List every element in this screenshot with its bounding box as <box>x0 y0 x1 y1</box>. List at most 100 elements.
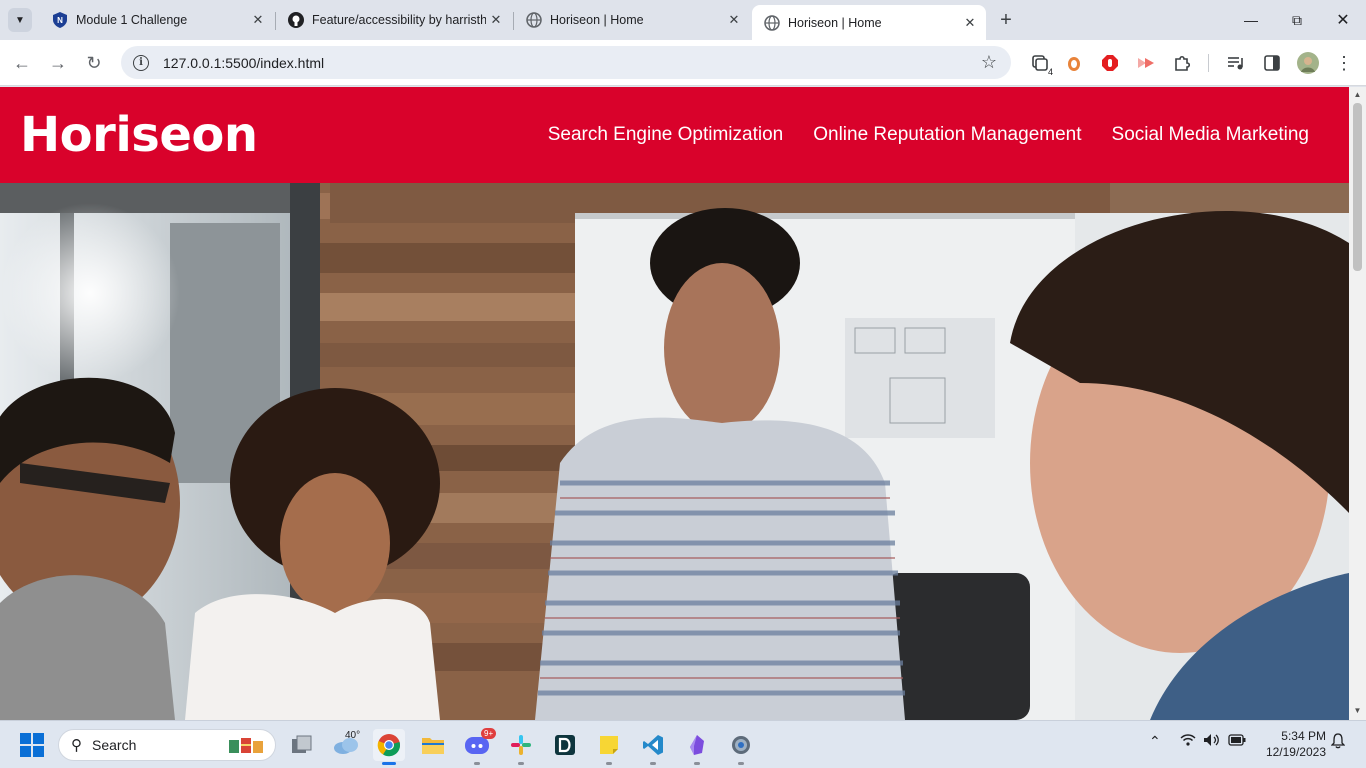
restore-icon: ⧉ <box>1292 11 1302 28</box>
back-button[interactable]: ← <box>8 49 36 77</box>
arrow-right-icon: → <box>49 52 67 73</box>
taskbar-sticky-notes[interactable] <box>593 729 625 761</box>
svg-text:N: N <box>57 16 63 25</box>
close-icon: ✕ <box>1336 12 1350 29</box>
tab-title: Module 1 Challenge <box>76 13 188 27</box>
sticky-notes-icon <box>600 736 618 754</box>
search-icon: ⚲ <box>71 737 82 754</box>
taskbar-file-explorer[interactable] <box>417 729 449 761</box>
wifi-icon[interactable] <box>1180 733 1196 750</box>
folder-icon <box>422 738 444 754</box>
plus-icon: + <box>1000 8 1012 31</box>
close-window-button[interactable]: ✕ <box>1320 0 1366 40</box>
tab-manager-extension-icon[interactable]: 4 <box>1029 52 1053 77</box>
arrow-left-icon: ← <box>13 52 31 73</box>
notification-bell-icon[interactable] <box>1330 733 1346 752</box>
close-icon[interactable]: ✕ <box>960 13 980 33</box>
slack-icon <box>511 735 531 755</box>
bookmark-star-icon[interactable]: ☆ <box>981 52 997 73</box>
reload-button[interactable]: ↻ <box>80 49 108 77</box>
tab-search-button[interactable]: ▼ <box>8 8 32 32</box>
taskbar-obsidian[interactable] <box>681 729 713 761</box>
discord-notification-badge: 9+ <box>481 728 497 739</box>
scrollbar-thumb[interactable] <box>1353 103 1362 271</box>
url-text[interactable]: 127.0.0.1:5500/index.html <box>163 55 981 71</box>
start-button[interactable] <box>20 733 44 757</box>
nav-link-seo[interactable]: Search Engine Optimization <box>548 124 784 146</box>
toolbar-separator <box>1208 54 1209 72</box>
shield-favicon-icon: N <box>52 12 68 28</box>
minimize-button[interactable]: — <box>1228 0 1274 40</box>
tab-title: Feature/accessibility by harristh <box>312 13 486 27</box>
more-vertical-icon: ⋮ <box>1335 52 1353 73</box>
clock-date: 12/19/2023 <box>1265 745 1326 759</box>
chevron-up-icon[interactable]: ⌃ <box>1149 733 1161 750</box>
extension-badge: 4 <box>1047 67 1053 77</box>
scroll-up-arrow-icon[interactable]: ▲ <box>1353 90 1362 100</box>
chrome-running-indicator <box>382 762 396 765</box>
slack-running-indicator <box>518 762 524 765</box>
weather-temperature: 40° <box>345 730 361 741</box>
site-logo[interactable]: Horiseon <box>20 107 258 163</box>
github-icon <box>288 12 304 28</box>
battery-icon[interactable] <box>1228 733 1246 749</box>
taskbar-search-label: Search <box>92 737 137 753</box>
vscode-icon <box>643 735 663 755</box>
globe-icon <box>764 14 780 31</box>
extensions-puzzle-icon[interactable] <box>1171 52 1193 74</box>
close-icon[interactable]: ✕ <box>724 10 744 30</box>
tab-horiseon-home-active[interactable]: Horiseon | Home ✕ <box>752 5 986 40</box>
main-nav: Search Engine Optimization Online Reputa… <box>548 124 1309 146</box>
extension-orange-icon[interactable] <box>1063 52 1085 74</box>
volume-icon[interactable] <box>1203 733 1221 750</box>
info-icon[interactable]: i <box>133 54 149 71</box>
obsidian-running-indicator <box>694 762 700 765</box>
logo-text-hori: Hori <box>20 107 132 163</box>
tab-horiseon-home[interactable]: Horiseon | Home ✕ <box>514 5 750 35</box>
tab-title: Horiseon | Home <box>550 13 644 27</box>
reload-icon: ↻ <box>86 52 102 73</box>
logo-text-seon: seon <box>131 107 258 163</box>
system-clock[interactable]: 5:34 PM 12/19/2023 <box>1258 728 1326 760</box>
dashlane-icon <box>555 735 575 755</box>
tab-github-feature[interactable]: Feature/accessibility by harristh ✕ <box>276 5 512 35</box>
close-icon[interactable]: ✕ <box>248 10 268 30</box>
page-scrollbar[interactable]: ▲ ▼ <box>1349 87 1366 720</box>
new-tab-button[interactable]: + <box>994 8 1018 32</box>
search-highlight-gifts-icon <box>229 738 263 753</box>
chevron-down-icon: ▼ <box>15 14 25 26</box>
tab-title: Horiseon | Home <box>788 15 882 30</box>
extension-arrow-icon[interactable] <box>1135 52 1157 74</box>
taskbar-vscode[interactable] <box>637 729 669 761</box>
tab-module-1-challenge[interactable]: N Module 1 Challenge ✕ <box>40 5 274 35</box>
media-control-icon[interactable] <box>1225 52 1247 74</box>
windows-logo-icon <box>20 733 44 757</box>
nav-link-reputation[interactable]: Online Reputation Management <box>813 124 1081 146</box>
taskbar-search[interactable]: ⚲ Search <box>58 729 276 761</box>
forward-button[interactable]: → <box>44 49 72 77</box>
ad-block-icon[interactable] <box>1099 52 1121 74</box>
browser-menu-button[interactable]: ⋮ <box>1333 52 1355 74</box>
address-bar[interactable]: i 127.0.0.1:5500/index.html ☆ <box>121 46 1011 79</box>
minimize-icon: — <box>1244 12 1258 28</box>
profile-avatar[interactable] <box>1297 52 1319 74</box>
scroll-down-arrow-icon[interactable]: ▼ <box>1353 706 1362 716</box>
task-view-icon <box>292 735 312 753</box>
taskbar-slack[interactable] <box>505 729 537 761</box>
taskbar-discord[interactable]: 9+ <box>461 728 497 761</box>
taskbar-dashlane[interactable] <box>549 729 581 761</box>
chrome-icon <box>377 734 401 757</box>
close-icon[interactable]: ✕ <box>486 10 506 30</box>
page-viewport: Horiseon Search Engine Optimization Onli… <box>0 87 1349 720</box>
vscode-running-indicator <box>650 762 656 765</box>
restore-button[interactable]: ⧉ <box>1274 0 1320 40</box>
taskbar-settings[interactable] <box>725 729 757 761</box>
site-header: Horiseon Search Engine Optimization Onli… <box>0 87 1349 183</box>
nav-link-social-media[interactable]: Social Media Marketing <box>1112 124 1309 146</box>
gear-icon <box>732 736 750 754</box>
obsidian-icon <box>690 735 704 755</box>
taskbar-chrome[interactable] <box>373 729 405 761</box>
discord-running-indicator <box>474 762 480 765</box>
task-view-button[interactable] <box>286 729 318 761</box>
side-panel-icon[interactable] <box>1261 52 1283 74</box>
